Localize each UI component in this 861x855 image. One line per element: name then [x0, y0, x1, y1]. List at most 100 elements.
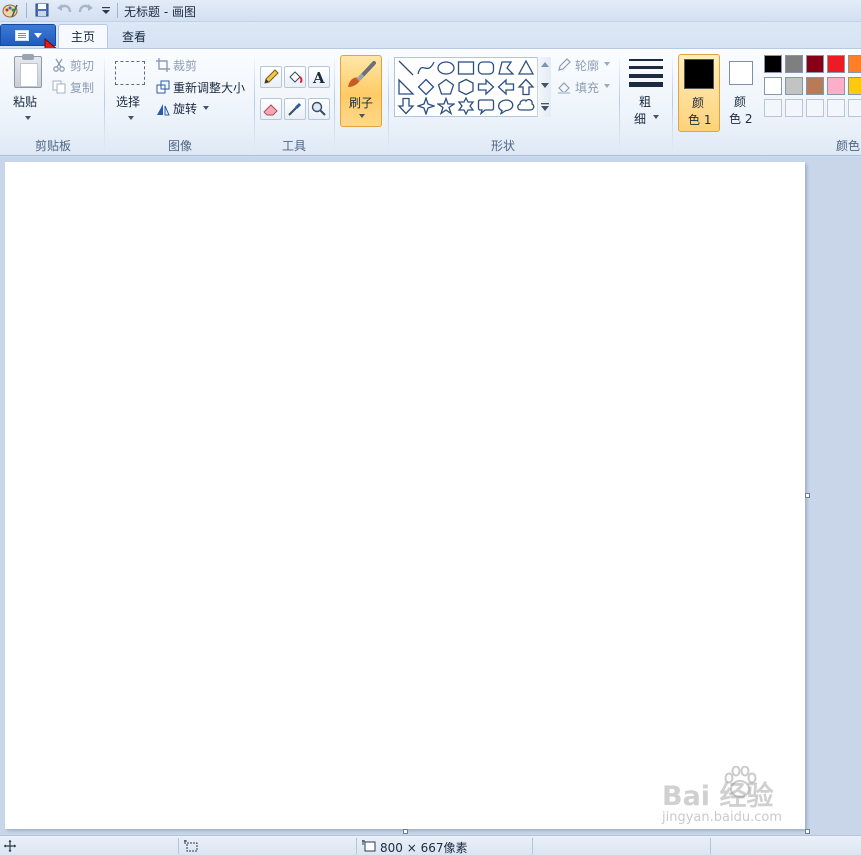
- pencil-icon: [264, 69, 279, 84]
- polygon-shape-icon[interactable]: [497, 59, 515, 77]
- color2-button[interactable]: [729, 61, 753, 85]
- select-dropdown-icon[interactable]: [128, 116, 134, 120]
- palette-swatch[interactable]: [764, 55, 782, 73]
- baidu-watermark: Bai 经验 jingyan.baidu.com: [662, 766, 822, 830]
- copy-button[interactable]: 复制: [70, 79, 94, 96]
- select-button-label[interactable]: 选择: [116, 93, 140, 110]
- palette-swatch[interactable]: [806, 77, 824, 95]
- rotate-dropdown-icon[interactable]: [203, 106, 209, 110]
- ribbon: 粘贴 剪切 复制 剪贴板 选择 裁剪 重新调整大小 旋转 图像 A 工具 刷子 …: [0, 48, 861, 156]
- brush-icon: [348, 61, 376, 87]
- four-point-star-shape-icon[interactable]: [417, 97, 435, 115]
- palette-custom-slot[interactable]: [785, 99, 803, 117]
- outline-icon: [557, 58, 571, 72]
- outline-dropdown-icon[interactable]: [604, 62, 610, 66]
- gallery-down-icon[interactable]: [541, 83, 549, 89]
- six-point-star-shape-icon[interactable]: [457, 97, 475, 115]
- triangle-shape-icon[interactable]: [517, 59, 535, 77]
- cursor-position-icon: [4, 840, 16, 852]
- palette-swatch[interactable]: [827, 55, 845, 73]
- color-picker-tool-button[interactable]: [284, 98, 306, 120]
- brushes-button[interactable]: 刷子: [340, 55, 382, 127]
- pentagon-shape-icon[interactable]: [437, 78, 455, 96]
- color1-label-bottom: 色 1: [688, 113, 712, 127]
- eraser-tool-button[interactable]: [260, 98, 282, 120]
- color2-label-top[interactable]: 颜: [734, 93, 746, 110]
- undo-icon[interactable]: [56, 2, 72, 18]
- brushes-label: 刷子: [349, 96, 374, 110]
- save-icon[interactable]: [34, 2, 50, 18]
- paint-bucket-icon: [289, 71, 303, 83]
- oval-callout-shape-icon[interactable]: [497, 97, 515, 115]
- text-tool-button[interactable]: A: [308, 66, 330, 88]
- status-bar: 800 × 667像素: [0, 835, 861, 855]
- rectangle-shape-icon[interactable]: [457, 59, 475, 77]
- pencil-tool-button[interactable]: [260, 66, 282, 88]
- gallery-expand-icon[interactable]: [541, 103, 549, 111]
- palette-swatch[interactable]: [827, 77, 845, 95]
- group-label-clipboard: 剪贴板: [34, 139, 71, 153]
- cut-button[interactable]: 剪切: [70, 57, 94, 74]
- drawing-canvas[interactable]: [5, 162, 805, 829]
- palette-custom-slot[interactable]: [806, 99, 824, 117]
- color1-button[interactable]: 颜 色 1: [678, 54, 720, 132]
- palette-swatch[interactable]: [848, 77, 861, 95]
- canvas-size-text: 800 × 667像素: [380, 841, 468, 855]
- tab-view[interactable]: 查看: [110, 24, 158, 48]
- select-rectangle-icon[interactable]: [115, 61, 145, 85]
- size-dropdown-icon[interactable]: [653, 115, 659, 119]
- fill-dropdown-icon[interactable]: [604, 84, 610, 88]
- resize-handle-bottom[interactable]: [403, 829, 408, 834]
- canvas-size-icon: [362, 840, 376, 852]
- palette-custom-slot[interactable]: [827, 99, 845, 117]
- fill-button[interactable]: 填充: [575, 79, 599, 96]
- magnifier-tool-button[interactable]: [308, 98, 330, 120]
- palette-swatch[interactable]: [764, 77, 782, 95]
- diamond-shape-icon[interactable]: [417, 78, 435, 96]
- hexagon-shape-icon[interactable]: [457, 78, 475, 96]
- outline-button[interactable]: 轮廓: [575, 57, 599, 74]
- ribbon-tab-row: 主页 查看: [0, 22, 861, 48]
- gallery-up-icon[interactable]: [541, 61, 549, 67]
- fill-tool-button[interactable]: [284, 66, 306, 88]
- paste-icon[interactable]: [14, 54, 42, 88]
- redo-icon[interactable]: [78, 2, 94, 18]
- palette-custom-slot[interactable]: [764, 99, 782, 117]
- eyedropper-icon: [288, 102, 302, 116]
- right-triangle-shape-icon[interactable]: [397, 78, 415, 96]
- line-width-icon[interactable]: [629, 59, 663, 87]
- right-arrow-shape-icon[interactable]: [477, 78, 495, 96]
- size-label-bottom[interactable]: 细: [634, 110, 646, 127]
- palette-custom-slot[interactable]: [848, 99, 861, 117]
- shapes-gallery-scrollbar[interactable]: [537, 57, 551, 117]
- quick-access-dropdown-icon[interactable]: [98, 2, 114, 18]
- watermark-url: jingyan.baidu.com: [662, 810, 782, 825]
- curve-shape-icon[interactable]: [417, 59, 435, 77]
- tab-home[interactable]: 主页: [58, 24, 109, 48]
- up-arrow-shape-icon[interactable]: [517, 78, 535, 96]
- paint-app-icon[interactable]: [2, 2, 18, 18]
- size-label-top[interactable]: 粗: [639, 93, 651, 110]
- eraser-icon: [263, 104, 278, 116]
- left-arrow-shape-icon[interactable]: [497, 78, 515, 96]
- cloud-callout-shape-icon[interactable]: [517, 97, 535, 115]
- resize-handle-right[interactable]: [805, 493, 810, 498]
- group-label-shapes: 形状: [490, 139, 515, 153]
- oval-shape-icon[interactable]: [437, 59, 455, 77]
- palette-swatch[interactable]: [848, 55, 861, 73]
- rounded-rectangle-shape-icon[interactable]: [477, 59, 495, 77]
- down-arrow-shape-icon[interactable]: [397, 97, 415, 115]
- crop-button[interactable]: 裁剪: [173, 57, 197, 74]
- palette-swatch[interactable]: [806, 55, 824, 73]
- palette-swatch[interactable]: [785, 77, 803, 95]
- palette-swatch[interactable]: [785, 55, 803, 73]
- resize-button[interactable]: 重新调整大小: [173, 79, 245, 96]
- rounded-callout-shape-icon[interactable]: [477, 97, 495, 115]
- line-shape-icon[interactable]: [397, 59, 415, 77]
- paste-button-label[interactable]: 粘贴: [13, 93, 37, 110]
- color2-label-bottom[interactable]: 色 2: [729, 110, 752, 127]
- five-point-star-shape-icon[interactable]: [437, 97, 455, 115]
- chevron-down-icon: [33, 32, 42, 38]
- paste-dropdown-icon[interactable]: [25, 116, 31, 120]
- rotate-button[interactable]: 旋转: [173, 100, 197, 117]
